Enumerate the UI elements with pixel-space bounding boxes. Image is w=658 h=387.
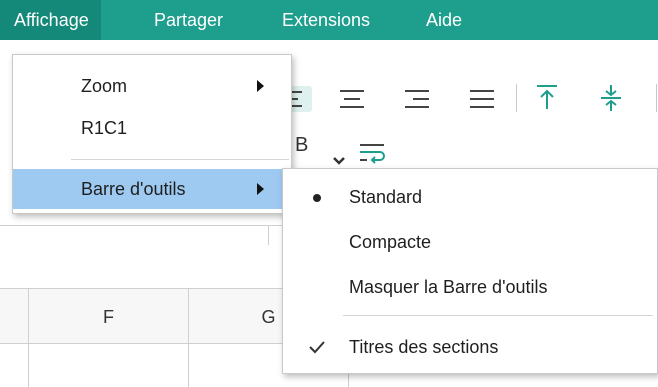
submenu-arrow-icon: [257, 183, 264, 195]
submenu-arrow-icon: [257, 80, 264, 92]
menu-partager[interactable]: Partager: [150, 0, 227, 40]
checkmark-icon: [309, 341, 325, 354]
grid-line: [28, 344, 29, 387]
menu-item-compacte[interactable]: Compacte: [283, 222, 657, 262]
menu-separator: [71, 159, 289, 160]
align-top-icon[interactable]: [534, 83, 560, 113]
column-header-f[interactable]: F: [28, 288, 188, 344]
menu-item-titres-sections[interactable]: Titres des sections: [283, 327, 657, 367]
menu-item-masquer-barre[interactable]: Masquer la Barre d'outils: [283, 267, 657, 307]
toolbar-submenu: Standard Compacte Masquer la Barre d'out…: [282, 168, 658, 374]
bold-icon[interactable]: B: [295, 134, 308, 157]
align-center-icon[interactable]: [340, 88, 364, 110]
align-right-icon[interactable]: [405, 88, 429, 110]
menu-bar: Affichage Partager Extensions Aide: [0, 0, 658, 40]
menu-item-standard[interactable]: Standard: [283, 177, 657, 217]
toolbar-separator: [656, 84, 657, 112]
affichage-menu: Zoom R1C1 Barre d'outils: [12, 54, 292, 214]
menu-item-zoom[interactable]: Zoom: [13, 66, 291, 106]
column-header-label: F: [103, 307, 114, 327]
grid-line: [268, 225, 269, 245]
chevron-down-icon[interactable]: [332, 156, 346, 166]
menu-item-r1c1[interactable]: R1C1: [13, 108, 291, 148]
radio-bullet-icon: [313, 194, 321, 202]
menu-affichage[interactable]: Affichage: [0, 0, 101, 40]
menu-aide[interactable]: Aide: [422, 0, 466, 40]
align-middle-icon[interactable]: [598, 83, 624, 113]
menu-separator: [343, 315, 653, 316]
menu-item-barre-outils[interactable]: Barre d'outils: [13, 169, 291, 209]
justify-icon[interactable]: [470, 88, 494, 110]
grid-line: [188, 344, 189, 387]
align-left-icon[interactable]: [290, 86, 312, 112]
toolbar-separator: [516, 84, 517, 112]
wrap-text-icon[interactable]: [358, 140, 386, 168]
menu-extensions[interactable]: Extensions: [278, 0, 374, 40]
